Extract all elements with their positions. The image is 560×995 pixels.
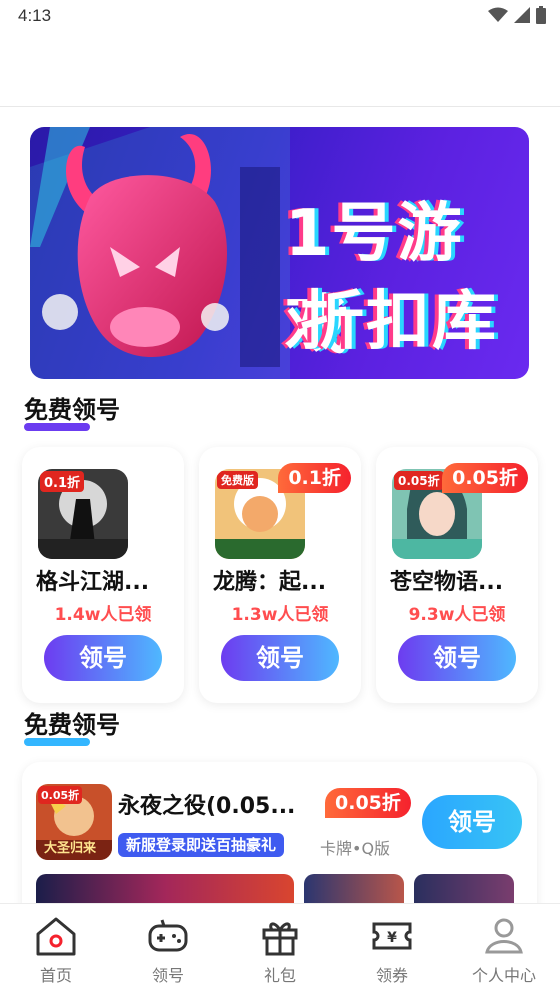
claim-count: 9.3w人已领 — [408, 605, 506, 625]
game-icon-badge: 免费版 — [217, 471, 258, 489]
game-icon-badge: 0.1折 — [40, 471, 85, 492]
gift-icon — [262, 922, 298, 956]
discount-badge: 0.05折 — [442, 463, 528, 493]
section-title-underline — [24, 423, 90, 431]
bottom-tab-bar: 首页 领号 礼包 ¥ 领券 个人中心 — [0, 903, 560, 995]
game-icon[interactable]: 0.05折 大圣归来 — [36, 784, 112, 860]
tab-coupons[interactable]: ¥ 领券 — [336, 904, 448, 995]
claim-button[interactable]: 领号 — [221, 635, 339, 681]
tab-label: 首页 — [39, 966, 72, 985]
game-name: 格斗江湖... — [36, 570, 150, 595]
wifi-icon — [488, 7, 508, 22]
svg-text:¥: ¥ — [387, 930, 397, 946]
section-title-free-accounts-2: 免费领号 — [24, 705, 120, 746]
game-card[interactable]: 0.05折 0.05折 苍空物语... 9.3w人已领 领号 — [376, 447, 538, 703]
promo-banner[interactable]: 1号游戏 折扣库 — [30, 127, 529, 379]
status-bar: 4:13 — [0, 0, 560, 32]
status-icons — [488, 6, 546, 24]
game-name: 龙腾：起... — [213, 570, 327, 595]
app-header — [0, 32, 560, 107]
game-icon-caption: 大圣归来 — [44, 841, 97, 856]
coupon-icon: ¥ — [372, 922, 412, 950]
user-icon — [485, 918, 523, 954]
claim-button[interactable]: 领号 — [398, 635, 516, 681]
tab-gifts[interactable]: 礼包 — [224, 904, 336, 995]
gamepad-icon — [148, 919, 188, 952]
signal-icon — [514, 7, 530, 23]
tab-label: 个人中心 — [471, 966, 536, 985]
tab-profile[interactable]: 个人中心 — [448, 904, 560, 995]
section-title-text: 免费领号 — [24, 711, 120, 739]
home-icon — [36, 917, 76, 956]
promo-tag: 新服登录即送百抽豪礼 — [118, 833, 285, 857]
tab-label: 领券 — [375, 966, 408, 985]
banner-title-line2: 折扣库 — [300, 285, 498, 359]
game-card[interactable]: 0.1折 格斗江湖... 1.4w人已领 领号 — [22, 447, 184, 703]
tab-label: 领号 — [151, 966, 184, 985]
discount-badge: 0.05折 — [325, 788, 411, 818]
tab-home[interactable]: 首页 — [0, 904, 112, 995]
game-category: 卡牌•Q版 — [320, 839, 391, 858]
game-icon[interactable]: 0.1折 — [38, 469, 128, 559]
status-time: 4:13 — [18, 6, 52, 25]
game-icon-badge: 0.05折 — [38, 786, 83, 804]
section-title-underline — [24, 738, 90, 746]
claim-count: 1.3w人已领 — [231, 605, 329, 625]
claim-button[interactable]: 领号 — [422, 795, 522, 849]
tab-accounts[interactable]: 领号 — [112, 904, 224, 995]
section-title-free-accounts: 免费领号 — [24, 390, 120, 431]
claim-count: 1.4w人已领 — [54, 605, 152, 625]
game-name: 永夜之役(0.05... — [118, 794, 296, 819]
game-list-item[interactable]: 0.05折 大圣归来 永夜之役(0.05... 0.05折 新服登录即送百抽豪礼… — [22, 762, 537, 922]
discount-badge: 0.1折 — [278, 463, 351, 493]
battery-icon — [536, 6, 546, 24]
section-title-text: 免费领号 — [24, 396, 120, 424]
tab-label: 礼包 — [263, 966, 296, 985]
game-icon-badge: 0.05折 — [394, 471, 444, 490]
game-name: 苍空物语... — [390, 570, 504, 595]
claim-button[interactable]: 领号 — [44, 635, 162, 681]
game-card[interactable]: 免费版 0.1折 龙腾：起... 1.3w人已领 领号 — [199, 447, 361, 703]
